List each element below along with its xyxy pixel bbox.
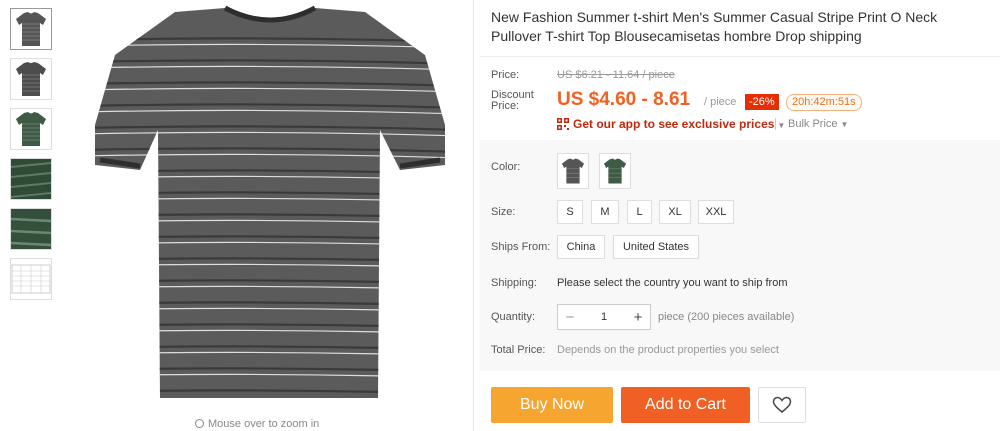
thumbnail-list <box>10 8 52 308</box>
heart-icon <box>772 396 792 413</box>
discount-price-label: Discount Price: <box>491 89 534 112</box>
price-unit: / piece <box>704 96 737 108</box>
main-product-image[interactable] <box>80 0 460 410</box>
color-option-gray[interactable] <box>557 153 589 189</box>
thumbnail-green-closeup[interactable] <box>10 208 52 250</box>
quantity-label: Quantity: <box>491 311 536 323</box>
chevron-down-icon: ▼ <box>840 120 849 129</box>
minus-icon[interactable]: − <box>558 305 582 329</box>
zoom-hint-text: Mouse over to zoom in <box>208 418 320 430</box>
quantity-input[interactable] <box>582 311 626 323</box>
size-option-xl[interactable]: XL <box>659 200 691 224</box>
shipping-text: Please select the country you want to sh… <box>557 277 788 289</box>
discount-price: US $4.60 - 8.61 <box>557 89 691 110</box>
color-option-green[interactable] <box>599 153 631 189</box>
size-option-m[interactable]: M <box>591 200 619 224</box>
product-page: Mouse over to zoom in New Fashion Summer… <box>0 0 1000 431</box>
countdown-timer: 20h:42m:51s <box>786 94 862 111</box>
ships-from-china[interactable]: China <box>557 235 605 259</box>
qr-code-icon <box>557 118 569 130</box>
bulk-price-label: Bulk Price <box>788 118 838 130</box>
product-title: New Fashion Summer t-shirt Men's Summer … <box>491 9 938 44</box>
thumbnail-green-front[interactable] <box>10 108 52 150</box>
app-promo-link[interactable]: Get our app to see exclusive prices <box>573 117 774 131</box>
size-label: Size: <box>491 206 516 218</box>
total-price-text: Depends on the product properties you se… <box>557 344 779 356</box>
ships-from-united-states[interactable]: United States <box>613 235 699 259</box>
size-option-s[interactable]: S <box>557 200 583 224</box>
magnifier-icon <box>195 419 204 428</box>
shipping-label: Shipping: <box>491 277 537 289</box>
app-promo[interactable]: Get our app to see exclusive prices ▼ <box>557 117 785 131</box>
total-price-label: Total Price: <box>491 344 546 356</box>
size-option-l[interactable]: L <box>627 200 652 224</box>
chevron-down-icon: ▼ <box>777 121 786 130</box>
bulk-price-dropdown[interactable]: Bulk Price ▼ <box>788 118 848 130</box>
buy-now-button[interactable]: Buy Now <box>491 387 613 423</box>
original-price: US $6.21 - 11.64 / piece <box>557 69 675 81</box>
thumbnail-gray-front[interactable] <box>10 8 52 50</box>
thumbnail-green-fabric[interactable] <box>10 158 52 200</box>
size-option-xxl[interactable]: XXL <box>698 200 734 224</box>
quantity-available: piece (200 pieces available) <box>658 311 795 323</box>
wishlist-button[interactable] <box>758 387 806 423</box>
zoom-hint: Mouse over to zoom in <box>195 418 319 430</box>
divider <box>775 118 776 130</box>
divider <box>480 56 1000 57</box>
plus-icon[interactable]: + <box>626 305 650 329</box>
divider <box>473 0 474 431</box>
thumbnail-gray-back[interactable] <box>10 58 52 100</box>
quantity-stepper: − + <box>557 304 651 330</box>
price-label: Price: <box>491 69 520 81</box>
discount-badge: -26% <box>745 94 779 110</box>
color-label: Color: <box>491 161 521 173</box>
add-to-cart-button[interactable]: Add to Cart <box>621 387 750 423</box>
ships-from-label: Ships From: <box>491 241 551 253</box>
thumbnail-size-chart[interactable] <box>10 258 52 300</box>
